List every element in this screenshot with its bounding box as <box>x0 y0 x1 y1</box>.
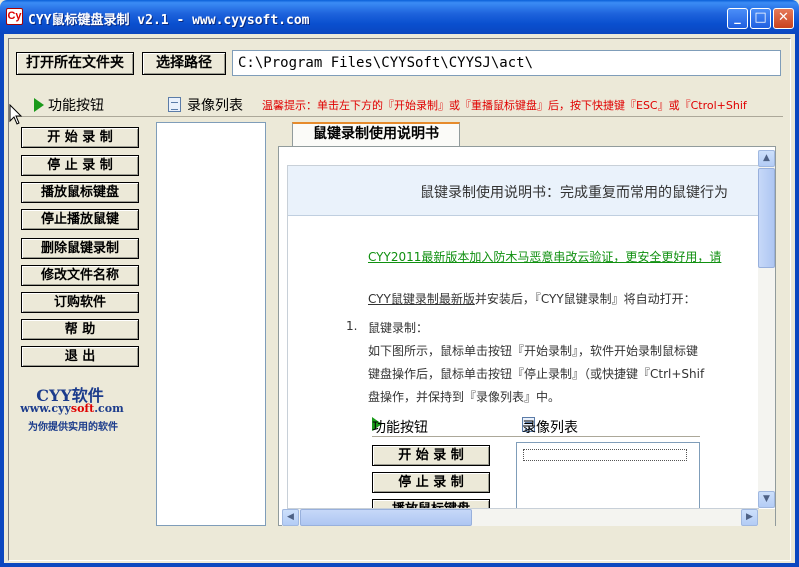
tab-functions[interactable]: 功能按钮 <box>34 95 104 115</box>
scroll-down-icon[interactable]: ▼ <box>758 491 775 508</box>
path-field[interactable]: C:\Program Files\CYYSoft\CYYSJ\act\ <box>232 50 781 76</box>
embedded-recordings-label: 录像列表 <box>522 420 578 436</box>
manual-pane: 鼠键录制使用说明书：完成重复而常用的鼠键行为 CYY2011最新版本加入防木马恶… <box>278 146 776 526</box>
vertical-scroll-thumb[interactable] <box>758 168 775 268</box>
close-button[interactable]: ✕ <box>773 8 794 29</box>
manual-header-text: 鼠键录制使用说明书：完成重复而常用的鼠键行为 <box>420 185 728 201</box>
help-button[interactable]: 帮 助 <box>21 319 139 340</box>
intro-text: CYY鼠键录制最新版并安装后，『CYY鼠键录制』将自动打开： <box>368 290 696 307</box>
para-2: 键盘操作后，鼠标单击按钮『停止录制』（或快捷键『Ctrl+Shif <box>368 367 705 381</box>
horizontal-scrollbar[interactable]: ◀ ▶ <box>282 509 758 526</box>
choose-path-button[interactable]: 选择路径 <box>142 52 226 75</box>
vertical-scrollbar[interactable]: ▲ ▼ <box>758 150 775 508</box>
embedded-list-item <box>523 449 687 461</box>
manual-header: 鼠键录制使用说明书：完成重复而常用的鼠键行为 <box>288 166 758 216</box>
update-link[interactable]: CYY2011最新版本加入防木马恶意串改云验证，更安全更好用，请 <box>368 248 721 265</box>
tab-manual[interactable]: 鼠键录制使用说明书 <box>292 122 460 146</box>
embedded-list <box>516 442 700 508</box>
exit-button[interactable]: 退 出 <box>21 346 139 367</box>
mouse-cursor-icon <box>9 104 23 125</box>
delete-record-button[interactable]: 删除鼠键录制 <box>21 238 139 259</box>
rename-file-button[interactable]: 修改文件名称 <box>21 265 139 286</box>
maximize-button[interactable]: □ <box>750 8 771 29</box>
app-icon: Cy <box>6 8 23 25</box>
para-3: 盘操作，并保持到『录像列表』中。 <box>368 390 561 404</box>
tab-recordings-label: 录像列表 <box>187 98 243 114</box>
intro-rest: 并安装后，『CYY鼠键录制』将自动打开： <box>474 292 696 306</box>
latest-version-link[interactable]: CYY鼠键录制最新版 <box>368 292 475 306</box>
recording-list[interactable] <box>156 122 266 526</box>
list-number: 1. <box>346 319 358 333</box>
scroll-up-icon[interactable]: ▲ <box>758 150 775 167</box>
manual-content: 鼠键录制使用说明书：完成重复而常用的鼠键行为 CYY2011最新版本加入防木马恶… <box>287 165 759 509</box>
brand-url-highlight: soft <box>70 402 95 415</box>
play-icon <box>34 98 44 112</box>
scroll-left-icon[interactable]: ◀ <box>282 509 299 526</box>
embedded-play-button: 播放鼠标键盘 <box>372 499 490 508</box>
brand-url-suffix: .com <box>94 402 124 415</box>
embedded-tabbar: 功能按钮 录像列表 <box>372 411 700 437</box>
window-title: CYY鼠标键盘录制 v2.1 - www.cyysoft.com <box>28 13 310 28</box>
stop-play-button[interactable]: 停止播放鼠键 <box>21 209 139 230</box>
order-software-button[interactable]: 订购软件 <box>21 292 139 313</box>
brand-url[interactable]: www.cyysoft.com <box>16 402 128 415</box>
embedded-stop-button: 停 止 录 制 <box>372 472 490 493</box>
play-record-button[interactable]: 播放鼠标键盘 <box>21 182 139 203</box>
embedded-start-button: 开 始 录 制 <box>372 445 490 466</box>
tab-recordings[interactable]: 录像列表 <box>168 95 243 115</box>
minimize-button[interactable]: _ <box>727 8 748 29</box>
divider <box>16 116 783 117</box>
document-icon <box>168 97 181 112</box>
start-record-button[interactable]: 开 始 录 制 <box>21 127 139 148</box>
stop-record-button[interactable]: 停 止 录 制 <box>21 155 139 176</box>
para-1: 如下图所示，鼠标单击按钮『开始录制』，软件开始录制鼠标键 <box>368 344 699 358</box>
brand-url-prefix: www.cyy <box>20 402 71 415</box>
open-folder-button[interactable]: 打开所在文件夹 <box>16 52 134 75</box>
brand-slogan: 为你提供实用的软件 <box>28 422 118 433</box>
scroll-corner <box>758 509 775 526</box>
hint-text: 温馨提示：单击左下方的『开始录制』或『重播鼠标键盘』后，按下快捷键『ESC』或『… <box>262 99 747 112</box>
scroll-right-icon[interactable]: ▶ <box>741 509 758 526</box>
embedded-functions-label: 功能按钮 <box>372 420 428 436</box>
title-bar: Cy CYY鼠标键盘录制 v2.1 - www.cyysoft.com _ □ … <box>0 0 799 34</box>
tab-functions-label: 功能按钮 <box>48 98 104 114</box>
item-title: 鼠键录制： <box>368 321 429 335</box>
horizontal-scroll-thumb[interactable] <box>300 509 472 526</box>
